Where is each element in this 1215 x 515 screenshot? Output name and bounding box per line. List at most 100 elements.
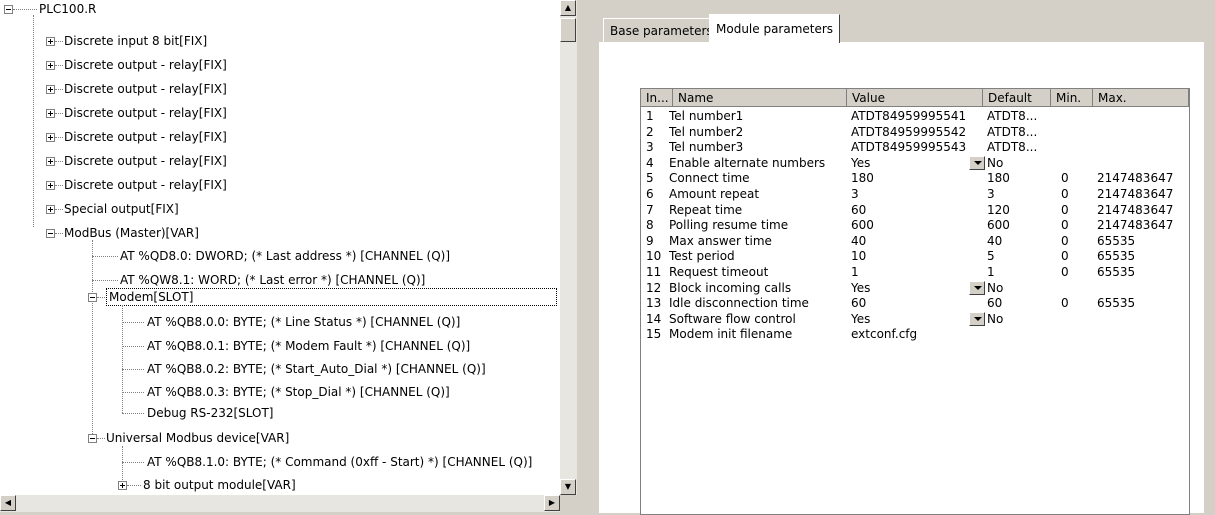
table-row[interactable]: 7 Repeat time 60 120 0 2147483647 xyxy=(641,203,1189,218)
tree-node-modbus-master[interactable]: ModBus (Master)[VAR] xyxy=(64,224,199,242)
cell-value[interactable]: 600 xyxy=(851,218,874,233)
expand-icon[interactable] xyxy=(46,157,55,166)
tree-node-module[interactable]: Discrete output - relay[FIX] xyxy=(64,128,227,146)
cell-value[interactable]: 3 xyxy=(851,187,859,202)
scroll-left-icon[interactable]: ◀ xyxy=(0,495,16,511)
module-parameters-panel: In... Name Value Default Min. Max. 1 Tel … xyxy=(599,42,1204,515)
table-row[interactable]: 11 Request timeout 1 1 0 65535 xyxy=(641,265,1189,280)
column-header-min[interactable]: Min. xyxy=(1051,89,1093,107)
scroll-thumb[interactable] xyxy=(560,18,576,42)
expand-icon[interactable] xyxy=(46,61,55,70)
tree-node-channel[interactable]: AT %QD8.0: DWORD; (* Last address *) [CH… xyxy=(120,247,450,265)
tree-node-module[interactable]: Discrete output - relay[FIX] xyxy=(64,152,227,170)
expand-icon[interactable] xyxy=(46,85,55,94)
collapse-icon[interactable] xyxy=(88,434,97,443)
cell-value[interactable]: 60 xyxy=(851,296,866,311)
column-header-index[interactable]: In... xyxy=(641,89,673,107)
column-header-default[interactable]: Default xyxy=(983,89,1051,107)
expand-icon[interactable] xyxy=(46,181,55,190)
expand-icon[interactable] xyxy=(46,205,55,214)
cell-name: Request timeout xyxy=(669,265,769,279)
cell-index: 4 xyxy=(646,155,654,170)
tree-node-module[interactable]: Discrete output - relay[FIX] xyxy=(64,56,227,74)
tree-node-universal-modbus[interactable]: Universal Modbus device[VAR] xyxy=(106,429,289,447)
table-row[interactable]: 8 Polling resume time 600 600 0 2147483647 xyxy=(641,218,1189,233)
cell-value[interactable]: 180 xyxy=(851,171,874,186)
cell-name: Tel number1 xyxy=(669,109,744,123)
cell-value[interactable]: Yes xyxy=(851,281,870,296)
tree-node-channel[interactable]: AT %QB8.0.2: BYTE; (* Start_Auto_Dial *)… xyxy=(147,360,486,378)
table-row[interactable]: 15 Modem init filename extconf.cfg xyxy=(641,327,1189,342)
table-row[interactable]: 12 Block incoming calls Yes No xyxy=(641,280,1189,296)
tree-node-channel[interactable]: AT %QB8.0.3: BYTE; (* Stop_Dial *) [CHAN… xyxy=(147,383,450,401)
cell-default: 600 xyxy=(987,218,1010,233)
tree-root-node[interactable]: PLC100.R xyxy=(39,0,96,18)
tree-node-channel[interactable]: AT %QB8.1.0: BYTE; (* Command (0xff - St… xyxy=(147,453,532,471)
cell-value[interactable]: ATDT84959995543 xyxy=(851,140,966,155)
tree-line xyxy=(55,185,63,186)
table-row[interactable]: 4 Enable alternate numbers Yes No xyxy=(641,155,1189,171)
table-row[interactable]: 13 Idle disconnection time 60 60 0 65535 xyxy=(641,296,1189,311)
column-header-name[interactable]: Name xyxy=(673,89,847,107)
cell-index: 15 xyxy=(646,327,662,342)
tree-node-channel[interactable]: AT %QW8.1: WORD; (* Last error *) [CHANN… xyxy=(120,271,425,289)
cell-value[interactable]: Yes xyxy=(851,312,870,327)
cell-index: 6 xyxy=(646,187,654,201)
table-row[interactable]: 9 Max answer time 40 40 0 65535 xyxy=(641,234,1189,249)
table-row[interactable]: 3 Tel number3 ATDT84959995543 ATDT8... xyxy=(641,140,1189,155)
tab-base-parameters[interactable]: Base parameters xyxy=(603,18,720,43)
tree-node-module[interactable]: Discrete output - relay[FIX] xyxy=(64,104,227,122)
tree-node-channel[interactable]: AT %QB8.0.1: BYTE; (* Modem Fault *) [CH… xyxy=(147,337,470,355)
cell-value[interactable]: 40 xyxy=(851,234,866,249)
scroll-up-icon[interactable]: ▲ xyxy=(560,0,576,16)
dropdown-arrow-icon[interactable] xyxy=(969,155,985,170)
cell-name: Max answer time xyxy=(669,233,772,248)
cell-name: Repeat time xyxy=(669,202,743,217)
tree-node-debug-slot[interactable]: Debug RS-232[SLOT] xyxy=(147,404,273,422)
table-row[interactable]: 5 Connect time 180 180 0 2147483647 xyxy=(641,171,1189,186)
tree-node-8bit-output[interactable]: 8 bit output module[VAR] xyxy=(143,476,296,494)
table-row[interactable]: 10 Test period 10 5 0 65535 xyxy=(641,249,1189,264)
cell-value[interactable]: 10 xyxy=(851,249,866,264)
scroll-down-icon[interactable]: ▼ xyxy=(560,479,576,495)
scroll-right-icon[interactable]: ▶ xyxy=(544,495,560,511)
cell-value[interactable]: 60 xyxy=(851,203,866,218)
cell-max: 2147483647 xyxy=(1097,171,1174,186)
tree-line xyxy=(55,89,63,90)
expand-icon[interactable] xyxy=(46,133,55,142)
tree-node-channel[interactable]: AT %QB8.0.0: BYTE; (* Line Status *) [CH… xyxy=(147,313,460,331)
cell-value[interactable]: ATDT84959995542 xyxy=(851,125,966,140)
collapse-icon[interactable] xyxy=(88,293,97,302)
table-row[interactable]: 14 Software flow control Yes No xyxy=(641,311,1189,327)
dropdown-arrow-icon[interactable] xyxy=(969,311,985,326)
tree-node-module[interactable]: Special output[FIX] xyxy=(64,200,179,218)
cell-value[interactable]: extconf.cfg xyxy=(851,327,917,342)
table-row[interactable]: 6 Amount repeat 3 3 0 2147483647 xyxy=(641,187,1189,202)
expand-icon[interactable] xyxy=(118,481,127,490)
tree-horizontal-scrollbar[interactable]: ◀ ▶ xyxy=(0,495,560,512)
cell-value[interactable]: 1 xyxy=(851,265,859,280)
tree-node-modem-selected[interactable]: Modem[SLOT] xyxy=(106,288,557,306)
dropdown-arrow-icon[interactable] xyxy=(969,280,985,295)
parameters-grid[interactable]: In... Name Value Default Min. Max. 1 Tel … xyxy=(640,88,1190,515)
device-tree[interactable]: PLC100.R Discrete input 8 bit[FIX] Discr… xyxy=(0,0,560,512)
column-header-max[interactable]: Max. xyxy=(1093,89,1189,107)
pane-splitter[interactable] xyxy=(577,0,597,512)
tree-node-module[interactable]: Discrete input 8 bit[FIX] xyxy=(64,32,207,50)
cell-value[interactable]: ATDT84959995541 xyxy=(851,109,966,124)
collapse-icon[interactable] xyxy=(46,229,55,238)
cell-min: 0 xyxy=(1061,202,1069,217)
tree-node-module[interactable]: Discrete output - relay[FIX] xyxy=(64,80,227,98)
tree-node-module[interactable]: Discrete output - relay[FIX] xyxy=(64,176,227,194)
cell-index: 10 xyxy=(646,249,662,264)
column-header-value[interactable]: Value xyxy=(847,89,983,107)
expand-icon[interactable] xyxy=(46,109,55,118)
expand-icon[interactable] xyxy=(46,37,55,46)
table-row[interactable]: 1 Tel number1 ATDT84959995541 ATDT8... xyxy=(641,109,1189,124)
tree-vertical-scrollbar[interactable]: ▲ ▼ xyxy=(560,0,577,495)
cell-index: 7 xyxy=(646,202,654,217)
table-row[interactable]: 2 Tel number2 ATDT84959995542 ATDT8... xyxy=(641,125,1189,140)
cell-value[interactable]: Yes xyxy=(851,156,870,171)
collapse-icon[interactable] xyxy=(4,5,13,14)
tab-module-parameters[interactable]: Module parameters xyxy=(709,14,841,43)
